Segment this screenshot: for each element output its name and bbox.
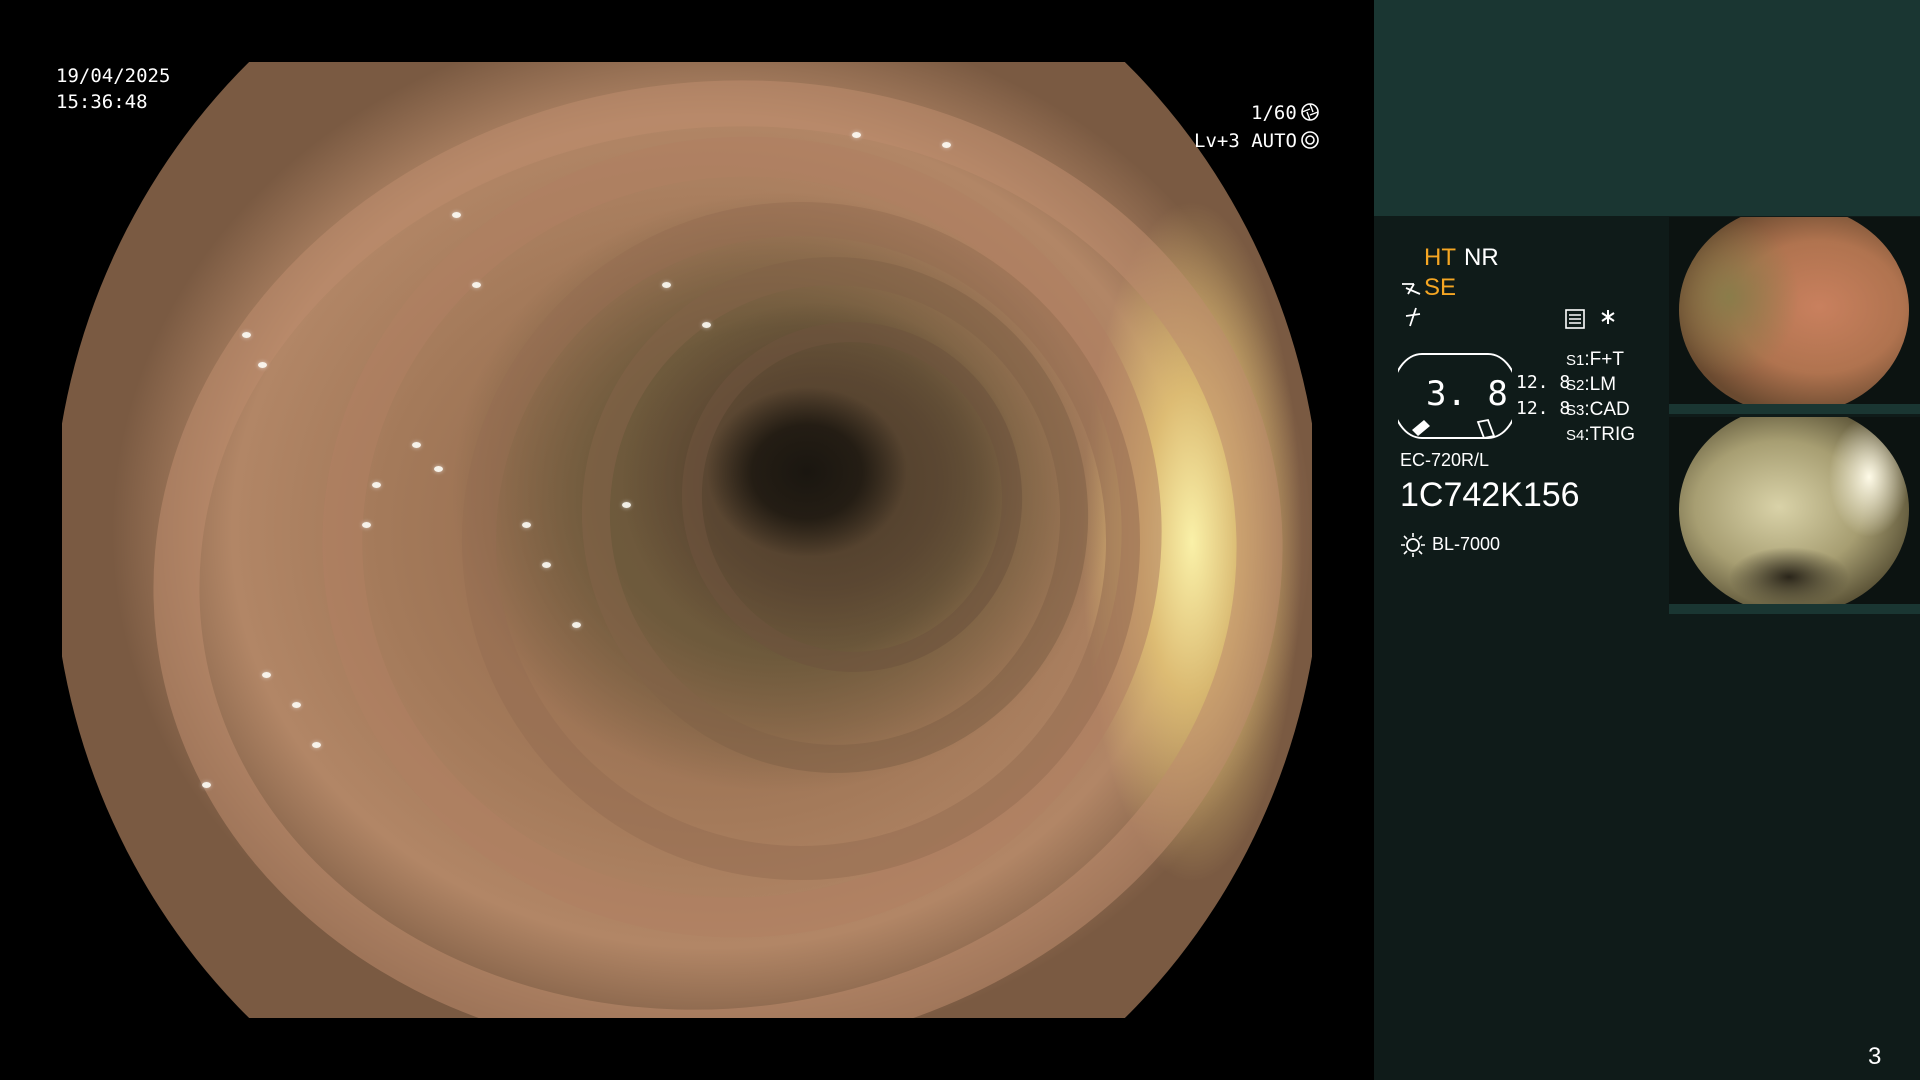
- scope-switch-s1: S1:F+T: [1566, 349, 1624, 370]
- captured-image-thumbnail-1[interactable]: [1669, 217, 1920, 414]
- scope-switch-s3: S3:CAD: [1566, 399, 1630, 420]
- specular-highlight: [312, 742, 321, 748]
- zoom-value: 3. 8: [1426, 374, 1508, 414]
- specular-highlight: [472, 282, 481, 288]
- specular-highlight: [412, 442, 421, 448]
- light-source-icon: [1400, 532, 1426, 558]
- magnification-top: 12. 8: [1516, 372, 1571, 393]
- specular-highlight: [572, 622, 581, 628]
- endoscopy-screen: 19/04/2025 15:36:48 1/60 Lv+3 AUTO HT NR…: [0, 0, 1920, 1080]
- se-label: SE: [1424, 274, 1457, 301]
- specular-highlight: [622, 502, 631, 508]
- specular-highlight: [362, 522, 371, 528]
- ht-label: HT: [1424, 244, 1456, 271]
- menu-list-icon: [1564, 308, 1586, 330]
- iris-icon: [1300, 130, 1320, 150]
- specular-highlight: [292, 702, 301, 708]
- specular-highlight: [262, 672, 271, 678]
- exam-time: 15:36:48: [56, 91, 148, 113]
- specular-highlight: [942, 142, 951, 148]
- asterisk-icon: [1599, 308, 1617, 326]
- lightning-icon: [1402, 306, 1424, 328]
- iris-mode: Lv+3 AUTO: [1194, 130, 1297, 152]
- specular-highlight: [242, 332, 251, 338]
- specular-highlight: [852, 132, 861, 138]
- specular-highlight: [522, 522, 531, 528]
- live-endoscopic-view: [62, 62, 1312, 1018]
- exam-date: 19/04/2025: [56, 65, 171, 87]
- specular-highlight: [702, 322, 711, 328]
- specular-highlight: [372, 482, 381, 488]
- magnification-bottom: 12. 8: [1516, 398, 1571, 419]
- se-mode-icon: [1400, 278, 1424, 300]
- specular-highlight: [258, 362, 267, 368]
- captured-image-thumbnail-2[interactable]: [1669, 417, 1920, 614]
- scope-switch-s2: S2:LM: [1566, 374, 1617, 395]
- specular-highlight: [542, 562, 551, 568]
- image-count: 3: [1868, 1043, 1882, 1070]
- specular-highlight: [202, 782, 211, 788]
- light-source-model: BL-7000: [1432, 534, 1501, 554]
- shutter-speed: 1/60: [1251, 102, 1297, 124]
- specular-highlight: [662, 282, 671, 288]
- shutter-aperture-icon: [1300, 102, 1320, 122]
- specular-highlight: [434, 466, 443, 472]
- panel-header: [1374, 0, 1920, 216]
- scope-switch-s4: S4:TRIG: [1566, 424, 1636, 445]
- scope-serial: 1C742K156: [1400, 476, 1580, 514]
- scope-model: EC-720R/L: [1400, 450, 1490, 470]
- nr-label: NR: [1464, 244, 1499, 271]
- specular-highlight: [452, 212, 461, 218]
- scope-switch-list: S1:F+T S2:LM S3:CAD S4:TRIG: [1566, 347, 1635, 447]
